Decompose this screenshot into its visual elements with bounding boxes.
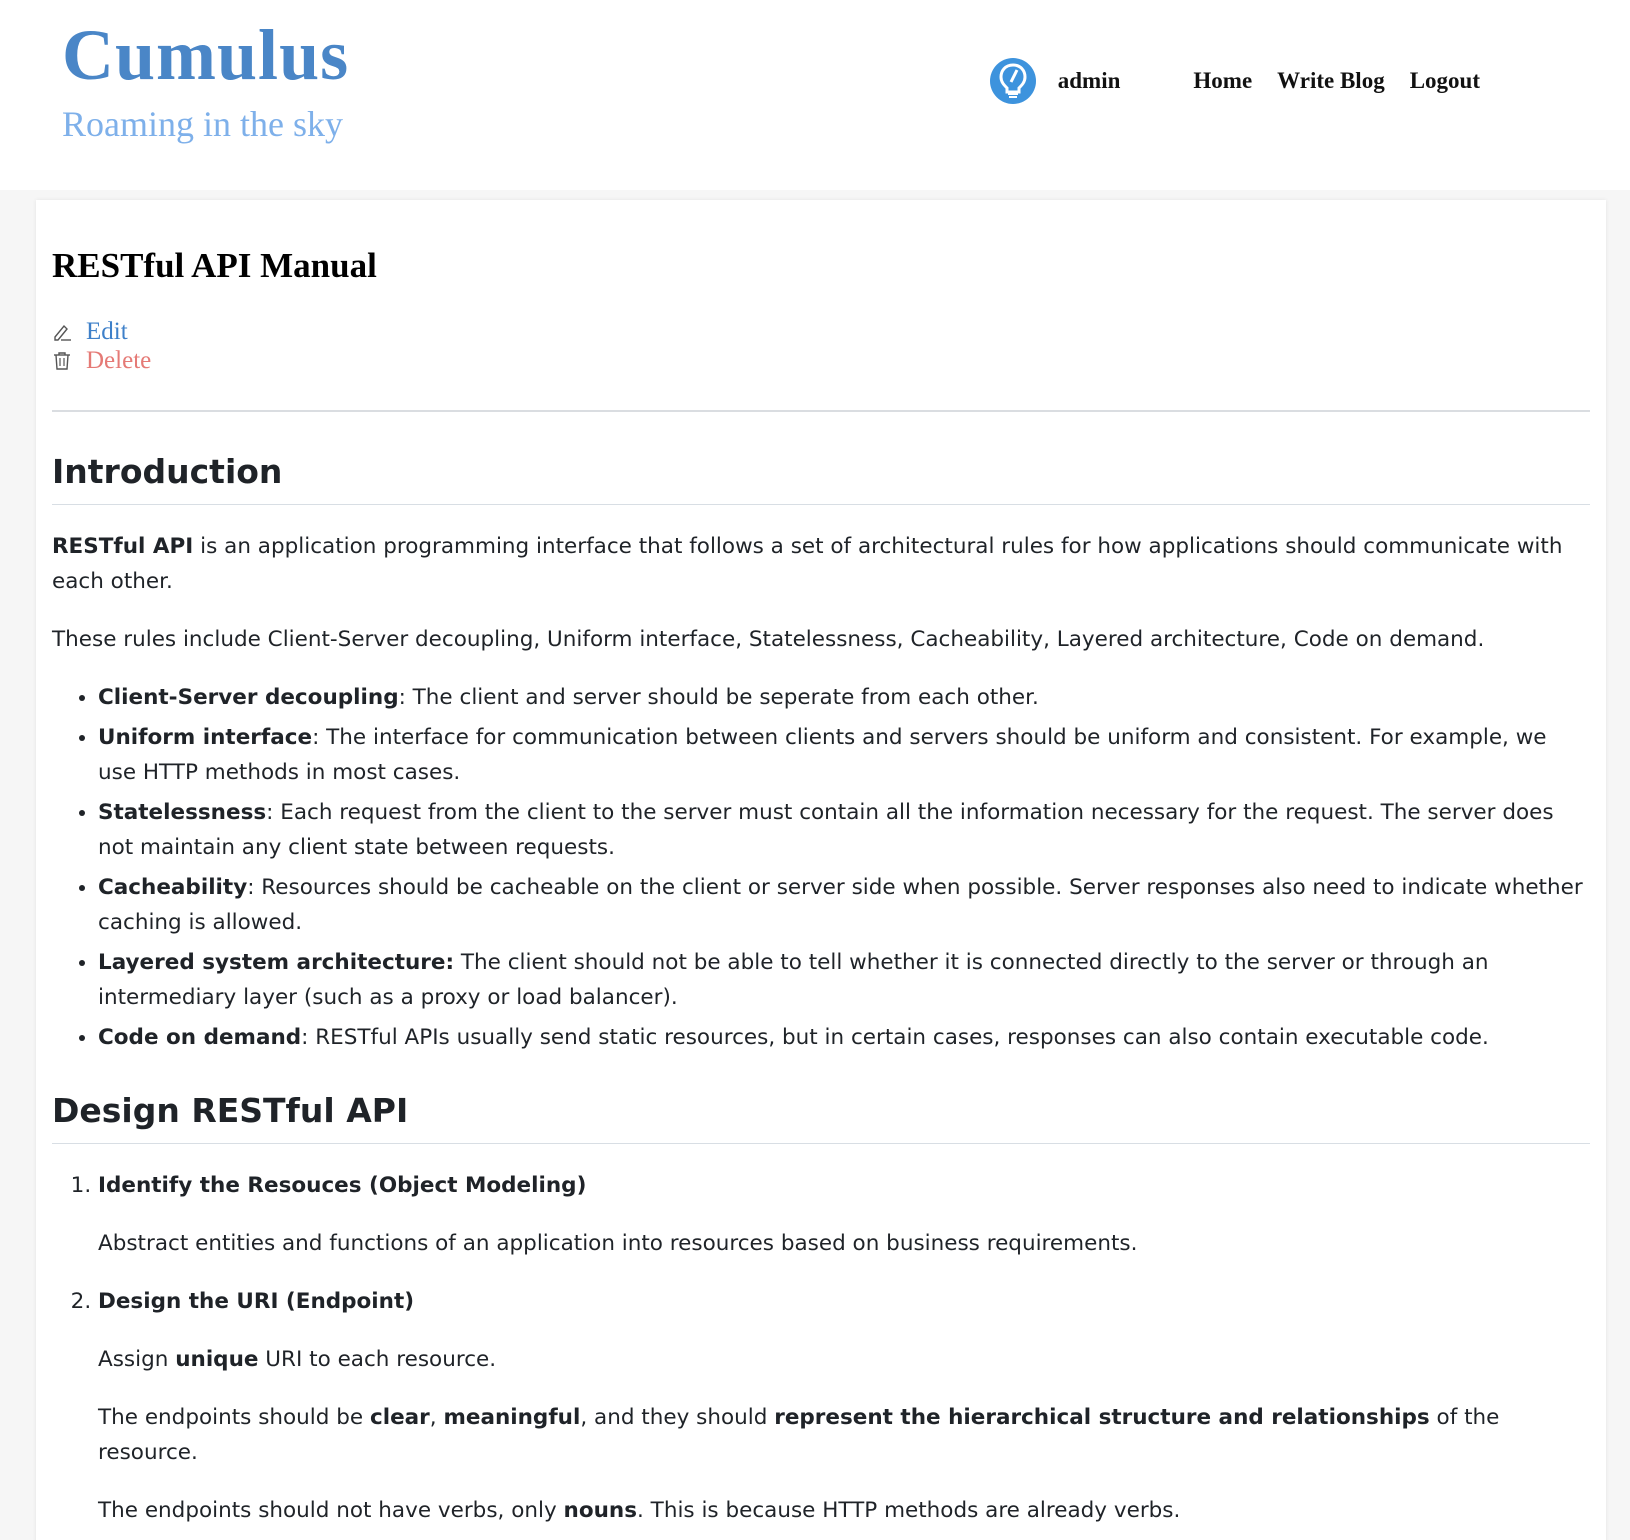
list-item: Uniform interface: The interface for com… xyxy=(98,720,1590,790)
top-nav: admin Home Write Blog Logout xyxy=(989,56,1480,106)
rule-desc: : Each request from the client to the se… xyxy=(98,800,1554,860)
rule-desc: : The client and server should be sepera… xyxy=(398,685,1039,710)
bold-text: nouns xyxy=(563,1498,638,1523)
heading-introduction: Introduction xyxy=(52,450,1590,505)
rule-term: Uniform interface xyxy=(98,725,313,750)
bold-text: unique xyxy=(175,1347,259,1372)
rule-term: Layered system architecture: xyxy=(98,950,455,975)
divider xyxy=(52,410,1590,412)
brand[interactable]: Cumulus Roaming in the sky xyxy=(62,10,349,146)
bold-text: represent the hierarchical structure and… xyxy=(774,1405,1430,1430)
text: is an application programming interface … xyxy=(52,534,1563,594)
list-item: Design the URI (Endpoint) Assign unique … xyxy=(98,1284,1590,1528)
rule-desc: : Resources should be cacheable on the c… xyxy=(98,875,1583,935)
rule-term: Statelessness xyxy=(98,800,267,825)
list-item: Layered system architecture: The client … xyxy=(98,945,1590,1015)
username: admin xyxy=(1057,68,1121,93)
edit-link[interactable]: Edit xyxy=(86,318,128,346)
rule-term: Cacheability xyxy=(98,875,248,900)
design-steps-list: Identify the Resouces (Object Modeling) … xyxy=(52,1168,1590,1528)
step-text: The endpoints should not have verbs, onl… xyxy=(98,1493,1590,1528)
site-subtitle: Roaming in the sky xyxy=(62,104,343,144)
text: . This is because HTTP methods are alrea… xyxy=(637,1498,1181,1523)
post-card: RESTful API Manual Edit Delete Introduct… xyxy=(36,200,1606,1540)
step-text: Assign unique URI to each resource. xyxy=(98,1342,1590,1377)
step-text: Abstract entities and functions of an ap… xyxy=(98,1231,1138,1256)
nav-write-blog-link[interactable]: Write Blog xyxy=(1277,68,1385,94)
site-title[interactable]: Cumulus xyxy=(62,10,349,100)
step-title: Identify the Resouces (Object Modeling) xyxy=(98,1173,587,1198)
intro-paragraph: RESTful API is an application programmin… xyxy=(52,529,1590,599)
site-header: Cumulus Roaming in the sky admin Home Wr… xyxy=(0,0,1630,190)
step-text: The endpoints should be clear, meaningfu… xyxy=(98,1400,1590,1470)
list-item: Statelessness: Each request from the cli… xyxy=(98,795,1590,865)
rule-desc: : RESTful APIs usually send static resou… xyxy=(301,1025,1489,1050)
bold-term: RESTful API xyxy=(52,534,194,559)
rule-desc: : The interface for communication betwee… xyxy=(98,725,1547,785)
rules-list: Client-Server decoupling: The client and… xyxy=(52,680,1590,1055)
list-item: Client-Server decoupling: The client and… xyxy=(98,680,1590,715)
delete-action[interactable]: Delete xyxy=(52,346,1590,375)
post-title: RESTful API Manual xyxy=(52,246,377,285)
post-content: Introduction RESTful API is an applicati… xyxy=(52,450,1590,1528)
step-title: Design the URI (Endpoint) xyxy=(98,1289,415,1314)
heading-design-restful-api: Design RESTful API xyxy=(52,1089,1590,1144)
list-item: Identify the Resouces (Object Modeling) … xyxy=(98,1168,1590,1261)
text: Assign xyxy=(98,1347,176,1372)
text: The endpoints should not have verbs, onl… xyxy=(98,1498,564,1523)
text: URI to each resource. xyxy=(258,1347,497,1372)
bold-text: clear xyxy=(369,1405,430,1430)
post-actions: Edit Delete xyxy=(52,317,1590,375)
edit-action[interactable]: Edit xyxy=(52,317,1590,346)
rules-paragraph: These rules include Client-Server decoup… xyxy=(52,627,1485,652)
list-item: Cacheability: Resources should be cachea… xyxy=(98,870,1590,940)
rule-term: Code on demand xyxy=(98,1025,302,1050)
text: , and they should xyxy=(580,1405,775,1430)
list-item: Code on demand: RESTful APIs usually sen… xyxy=(98,1020,1590,1055)
pencil-icon xyxy=(52,321,72,343)
text: , xyxy=(429,1405,444,1430)
trash-icon xyxy=(52,350,72,372)
nav-home-link[interactable]: Home xyxy=(1193,68,1252,94)
rule-term: Client-Server decoupling xyxy=(98,685,399,710)
text: The endpoints should be xyxy=(98,1405,370,1430)
delete-link[interactable]: Delete xyxy=(86,347,151,375)
bold-text: meaningful xyxy=(443,1405,581,1430)
lightbulb-avatar-icon[interactable] xyxy=(989,58,1036,104)
nav-logout-link[interactable]: Logout xyxy=(1410,68,1480,94)
